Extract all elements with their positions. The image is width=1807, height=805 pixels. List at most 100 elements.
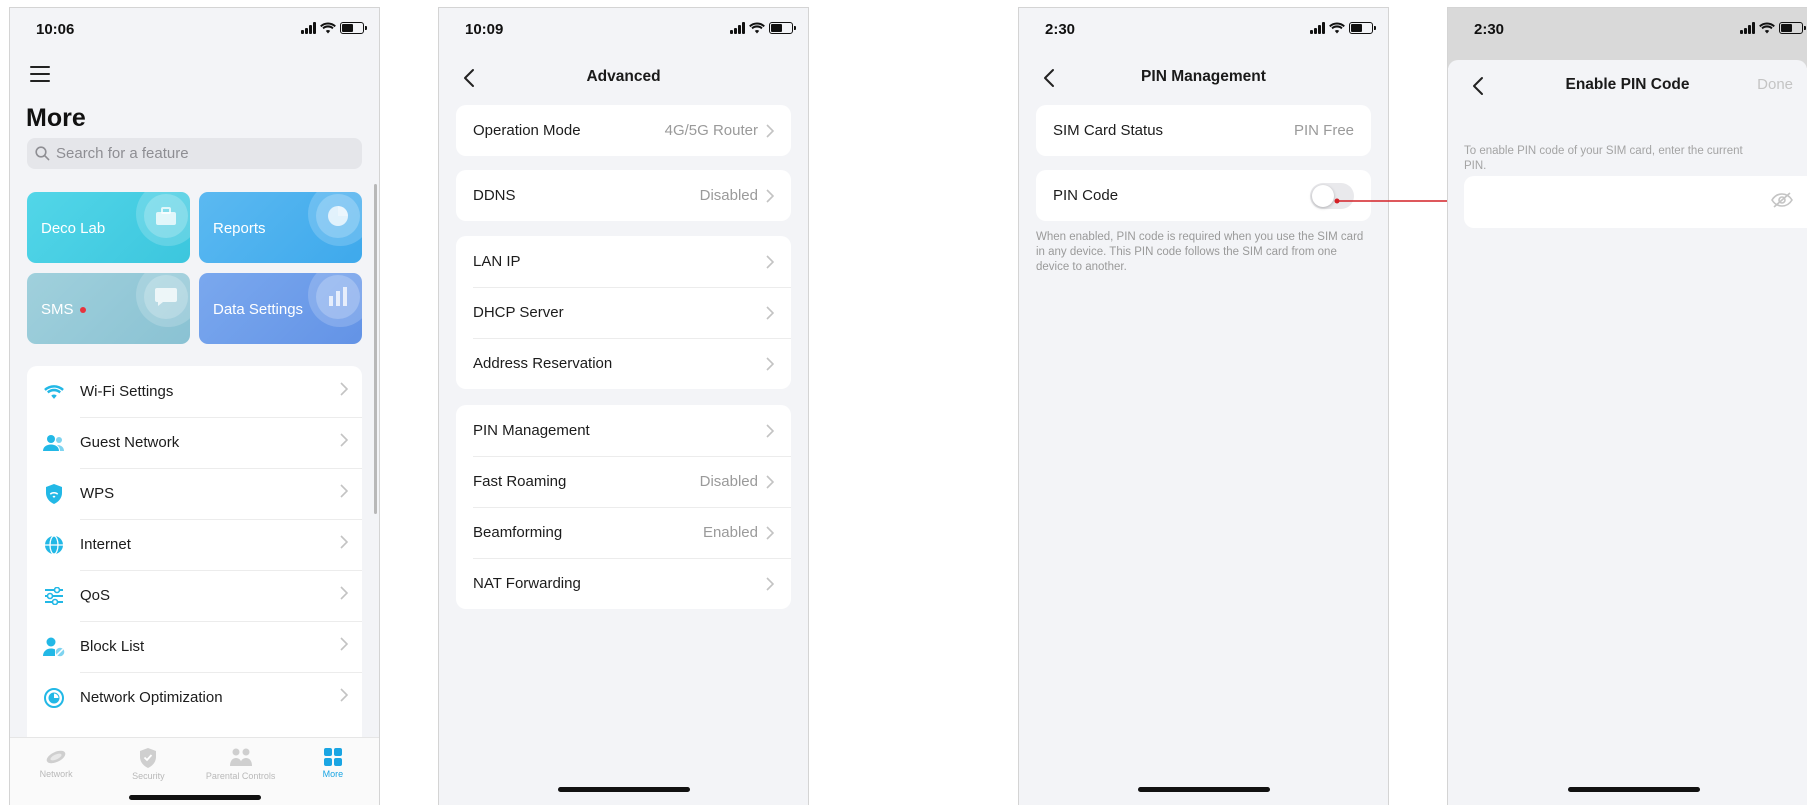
chevron-right-icon [340, 688, 349, 707]
row-ddns[interactable]: DDNS Disabled [456, 170, 791, 221]
chevron-right-icon [766, 254, 774, 269]
globe-icon [43, 534, 65, 556]
row-nat-forwarding[interactable]: NAT Forwarding [456, 558, 791, 609]
row-dhcp-server[interactable]: DHCP Server [456, 287, 791, 338]
chevron-right-icon [766, 474, 774, 489]
row-operation-mode[interactable]: Operation Mode 4G/5G Router [456, 105, 791, 156]
sliders-icon [43, 585, 65, 607]
row-label: Fast Roaming [473, 473, 567, 490]
chevron-right-icon [766, 123, 774, 138]
menu-item-block-list[interactable]: Block List [27, 621, 362, 672]
shield-wifi-icon [43, 483, 65, 505]
modal-sheet: Enable PIN Code Done To enable PIN code … [1448, 60, 1807, 805]
settings-group: Operation Mode 4G/5G Router [456, 105, 791, 156]
tile-sms[interactable]: SMS [27, 273, 190, 344]
row-label: Address Reservation [473, 355, 613, 372]
row-sim-card-status: SIM Card Status PIN Free [1036, 105, 1371, 156]
chevron-right-icon [766, 423, 774, 438]
pin-input[interactable] [1478, 193, 1771, 211]
menu-item-label: Internet [80, 536, 131, 553]
row-label: PIN Management [473, 422, 590, 439]
status-bar: 2:30 [1448, 8, 1807, 52]
feature-list: Wi-Fi Settings Guest Network WPS Interne… [27, 366, 362, 738]
row-fast-roaming[interactable]: Fast Roaming Disabled [456, 456, 791, 507]
tab-label: Security [132, 771, 165, 781]
hamburger-menu-icon[interactable] [30, 66, 50, 82]
menu-item-qos[interactable]: QoS [27, 570, 362, 621]
settings-group: LAN IP DHCP Server Address Reservation [456, 236, 791, 389]
tab-label: Network [39, 769, 73, 779]
tile-label: Deco Lab [41, 220, 106, 237]
enable-pin-code-screen: 2:30 Enable PIN Code Done To enable PIN … [1447, 7, 1807, 805]
tile-label: Data Settings [213, 301, 304, 318]
shield-icon [140, 748, 157, 768]
chevron-right-icon [766, 356, 774, 371]
page-title: More [26, 104, 86, 132]
row-address-reservation[interactable]: Address Reservation [456, 338, 791, 389]
tile-reports[interactable]: Reports [199, 192, 362, 263]
done-button[interactable]: Done [1757, 76, 1793, 93]
chevron-right-icon [340, 637, 349, 656]
wifi-icon [43, 381, 65, 403]
row-label: DDNS [473, 187, 516, 204]
tab-label: More [322, 769, 344, 779]
cellular-signal-icon [1740, 22, 1755, 34]
briefcase-icon [144, 194, 188, 238]
menu-item-wps[interactable]: WPS [27, 468, 362, 519]
search-bar[interactable] [27, 138, 362, 169]
tile-data-settings[interactable]: Data Settings [199, 273, 362, 344]
optimization-icon [43, 687, 65, 709]
row-lan-ip[interactable]: LAN IP [456, 236, 791, 287]
menu-item-network-optimization[interactable]: Network Optimization [27, 672, 362, 723]
pin-instruction: To enable PIN code of your SIM card, ent… [1464, 145, 1743, 172]
advanced-screen: 10:09 Advanced Operation Mode 4G/5G Rout… [438, 7, 809, 805]
tab-more[interactable]: More [287, 738, 379, 805]
home-indicator [1137, 787, 1270, 792]
row-pin-code: PIN Code [1036, 170, 1371, 221]
menu-item-label: Wi-Fi Settings [80, 383, 174, 400]
tile-deco-lab[interactable]: Deco Lab [27, 192, 190, 263]
wifi-status-icon [320, 22, 336, 34]
row-label: Beamforming [473, 524, 563, 541]
menu-item-label: Network Optimization [80, 689, 223, 706]
block-user-icon [43, 636, 65, 658]
search-icon [35, 146, 50, 161]
eye-slash-icon[interactable] [1771, 191, 1793, 213]
pin-code-card: PIN Code [1036, 170, 1371, 221]
settings-group: DDNS Disabled [456, 170, 791, 221]
status-time: 2:30 [1474, 21, 1505, 38]
row-value: Enabled [702, 524, 758, 541]
cellular-signal-icon [301, 22, 316, 34]
row-value: Disabled [699, 473, 758, 490]
search-input[interactable] [56, 145, 326, 162]
notification-dot [79, 307, 86, 314]
chevron-right-icon [766, 188, 774, 203]
row-pin-management[interactable]: PIN Management [456, 405, 791, 456]
status-time: 2:30 [1045, 21, 1076, 38]
tile-label: SMS [41, 301, 74, 318]
scrollbar[interactable] [374, 184, 377, 514]
chat-bubble-icon [144, 275, 188, 319]
menu-item-label: Guest Network [80, 434, 180, 451]
cellular-signal-icon [730, 22, 745, 34]
pin-input-field[interactable] [1464, 176, 1807, 228]
page-title: PIN Management [1141, 68, 1266, 85]
tab-network[interactable]: Network [10, 738, 102, 805]
wifi-status-icon [1329, 22, 1345, 34]
battery-icon [1349, 22, 1376, 34]
menu-item-guest-network[interactable]: Guest Network [27, 417, 362, 468]
row-label: DHCP Server [473, 304, 564, 321]
menu-item-label: WPS [80, 485, 115, 502]
menu-item-internet[interactable]: Internet [27, 519, 362, 570]
menu-item-label: QoS [80, 587, 111, 604]
annotation-arrow [1334, 196, 1464, 206]
menu-item-wifi-settings[interactable]: Wi-Fi Settings [27, 366, 362, 417]
chevron-right-icon [340, 484, 349, 503]
chevron-right-icon [340, 382, 349, 401]
row-label: NAT Forwarding [473, 575, 581, 592]
row-beamforming[interactable]: Beamforming Enabled [456, 507, 791, 558]
wifi-status-icon [749, 22, 765, 34]
pin-management-screen: 2:30 PIN Management SIM Card Status PIN … [1018, 7, 1389, 805]
page-title: Advanced [586, 68, 661, 85]
battery-icon [340, 22, 367, 34]
